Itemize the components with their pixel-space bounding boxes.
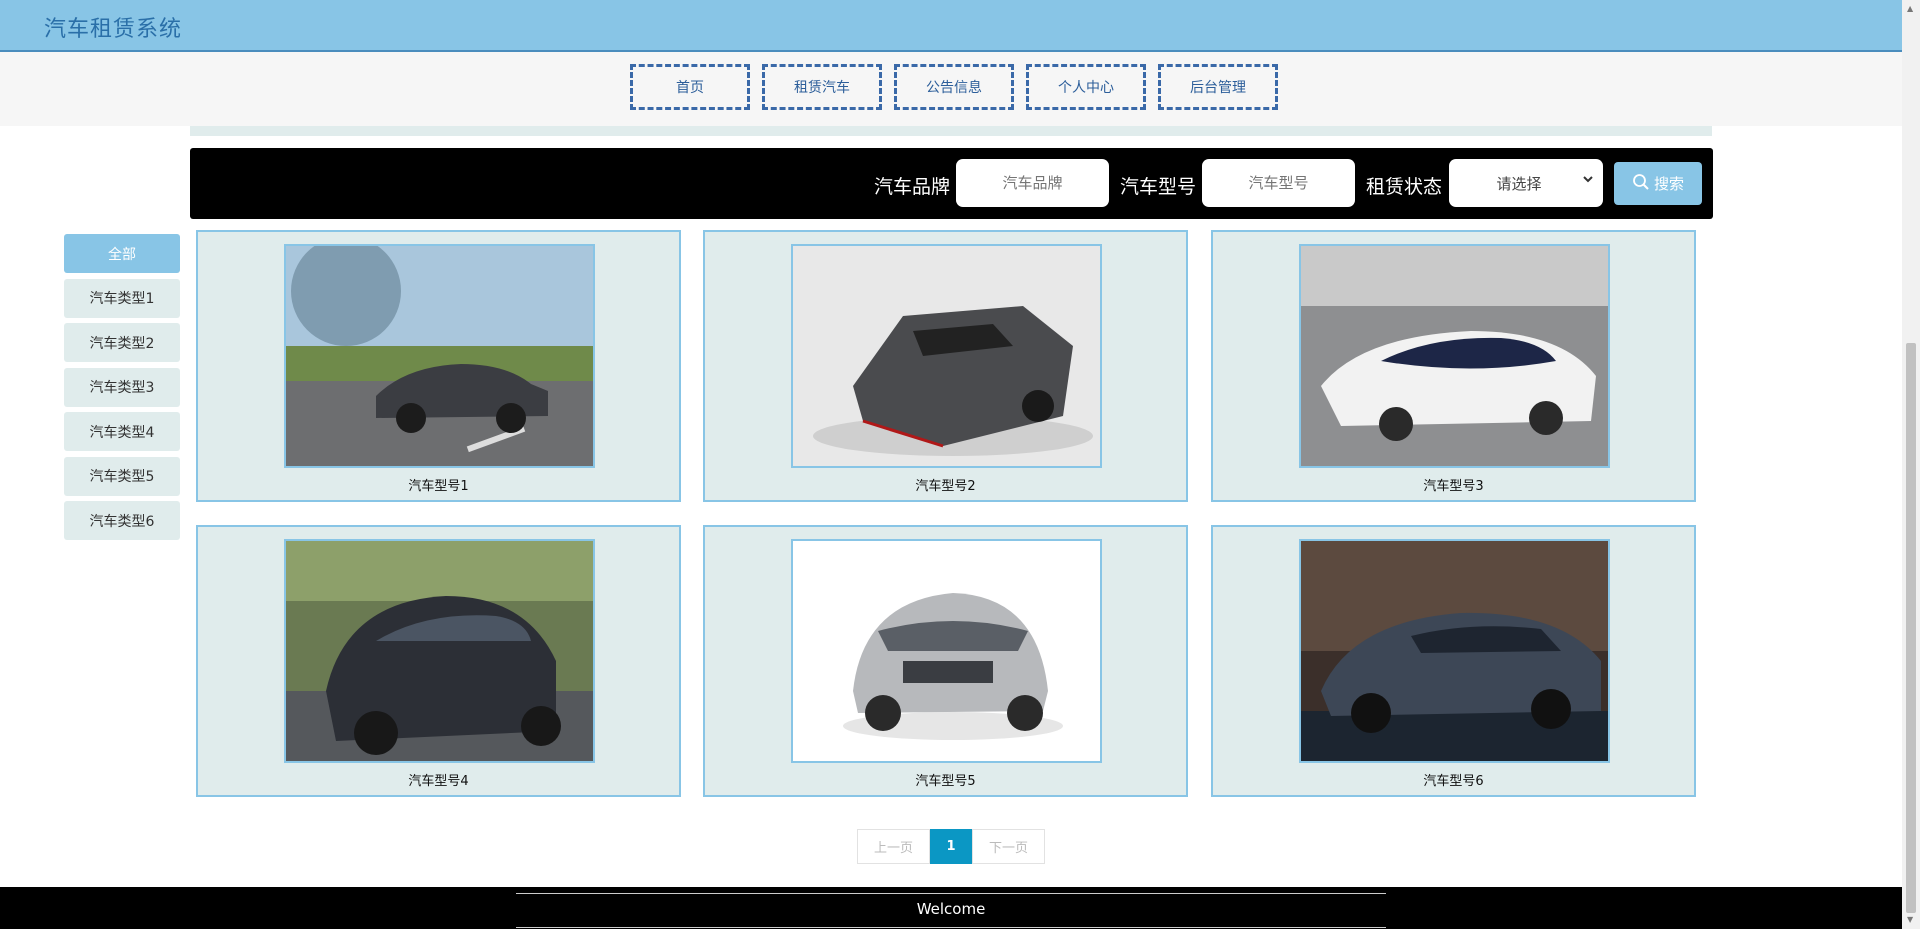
category-type-6[interactable]: 汽车类型6 xyxy=(64,501,180,540)
brand-label: 汽车品牌 xyxy=(874,176,951,198)
top-header: 汽车租赁系统 xyxy=(0,0,1902,52)
brand-input[interactable] xyxy=(956,159,1109,207)
nav-admin[interactable]: 后台管理 xyxy=(1158,64,1278,110)
car-name: 汽车型号3 xyxy=(1423,479,1484,494)
vertical-scrollbar[interactable]: ▲ ▼ xyxy=(1902,0,1920,929)
car-photo[interactable] xyxy=(791,539,1102,763)
model-label: 汽车型号 xyxy=(1120,176,1197,198)
main-nav: 首页 租赁汽车 公告信息 个人中心 后台管理 xyxy=(630,64,1278,110)
nav-band: 首页 租赁汽车 公告信息 个人中心 后台管理 xyxy=(0,52,1902,126)
car-photo[interactable] xyxy=(1299,244,1610,468)
car-card-3[interactable]: 汽车型号3 xyxy=(1211,230,1696,502)
model-input[interactable] xyxy=(1202,159,1355,207)
category-type-4[interactable]: 汽车类型4 xyxy=(64,412,180,451)
nav-rent-car[interactable]: 租赁汽车 xyxy=(762,64,882,110)
divider-strip xyxy=(190,126,1712,136)
page: 汽车租赁系统 首页 租赁汽车 公告信息 个人中心 后台管理 汽车品牌 汽车型号 … xyxy=(0,0,1920,929)
scroll-down-arrow-icon[interactable]: ▼ xyxy=(1907,915,1913,924)
chevron-down-icon xyxy=(1582,173,1594,189)
category-type-2[interactable]: 汽车类型2 xyxy=(64,323,180,362)
car-name: 汽车型号1 xyxy=(408,479,469,494)
category-type-5[interactable]: 汽车类型5 xyxy=(64,456,180,496)
car-photo[interactable] xyxy=(791,244,1102,468)
status-label: 租赁状态 xyxy=(1366,176,1443,198)
car-card-1[interactable]: 汽车型号1 xyxy=(196,230,681,502)
search-icon xyxy=(1632,173,1650,195)
status-select[interactable]: 请选择 xyxy=(1449,159,1603,207)
car-name: 汽车型号2 xyxy=(915,479,976,494)
car-name: 汽车型号6 xyxy=(1423,774,1484,789)
footer-welcome: Welcome xyxy=(916,900,986,918)
car-name: 汽车型号4 xyxy=(408,774,469,789)
page-number-current[interactable]: 1 xyxy=(930,829,972,864)
category-all[interactable]: 全部 xyxy=(64,234,180,273)
prev-page-button[interactable]: 上一页 xyxy=(857,829,930,864)
search-bar: 汽车品牌 汽车型号 租赁状态 请选择 搜索 xyxy=(190,148,1713,219)
scroll-up-arrow-icon[interactable]: ▲ xyxy=(1907,4,1913,13)
footer-divider-top xyxy=(516,893,1386,894)
search-button[interactable]: 搜索 xyxy=(1614,162,1702,205)
status-select-value: 请选择 xyxy=(1496,174,1542,193)
car-card-4[interactable]: 汽车型号4 xyxy=(196,525,681,797)
category-type-1[interactable]: 汽车类型1 xyxy=(64,278,180,318)
nav-personal-center[interactable]: 个人中心 xyxy=(1026,64,1146,110)
nav-announcements[interactable]: 公告信息 xyxy=(894,64,1014,110)
nav-home[interactable]: 首页 xyxy=(630,64,750,110)
car-photo[interactable] xyxy=(284,539,595,763)
car-card-6[interactable]: 汽车型号6 xyxy=(1211,525,1696,797)
car-photo[interactable] xyxy=(284,244,595,468)
category-type-3[interactable]: 汽车类型3 xyxy=(64,367,180,407)
app-title: 汽车租赁系统 xyxy=(44,17,183,42)
search-button-label: 搜索 xyxy=(1653,175,1684,193)
category-sidebar: 全部 汽车类型1 汽车类型2 汽车类型3 汽车类型4 汽车类型5 汽车类型6 xyxy=(64,234,180,546)
car-photo[interactable] xyxy=(1299,539,1610,763)
scrollbar-thumb[interactable] xyxy=(1906,343,1916,913)
next-page-button[interactable]: 下一页 xyxy=(972,829,1045,864)
car-name: 汽车型号5 xyxy=(915,774,976,789)
footer: Welcome xyxy=(0,887,1902,929)
car-card-2[interactable]: 汽车型号2 xyxy=(703,230,1188,502)
car-card-5[interactable]: 汽车型号5 xyxy=(703,525,1188,797)
footer-divider-bottom xyxy=(516,927,1386,928)
pagination: 上一页 1 下一页 xyxy=(857,829,1045,864)
